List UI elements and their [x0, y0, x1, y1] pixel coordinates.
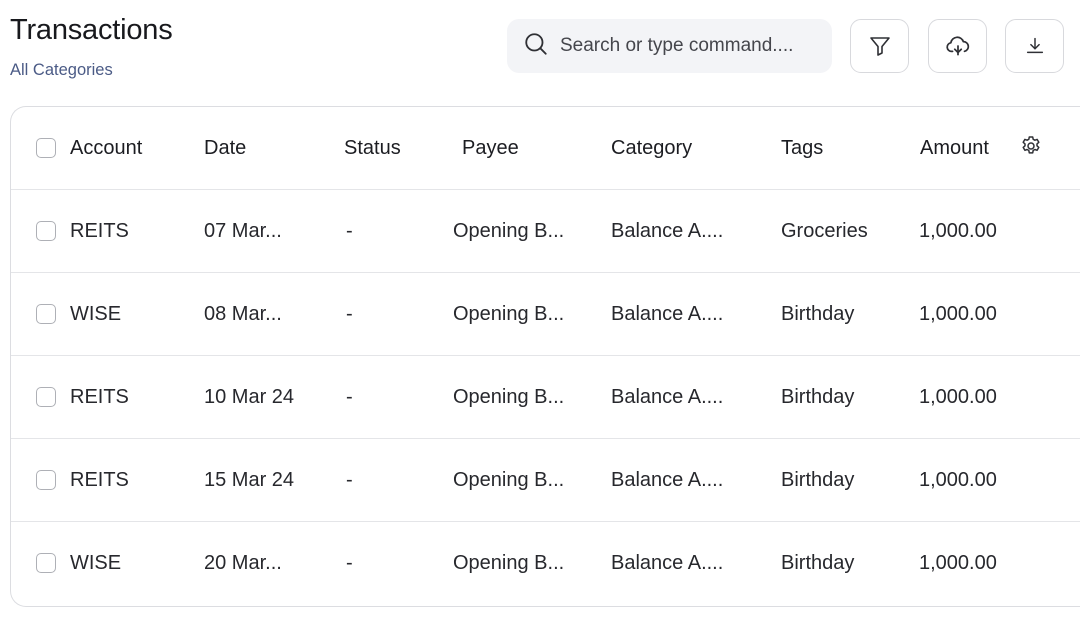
cell-account: WISE [70, 552, 122, 574]
row-checkbox[interactable] [36, 221, 56, 241]
cell-date: 20 Mar... [204, 552, 282, 574]
cell-account: REITS [70, 468, 129, 491]
column-header-account[interactable]: Account [70, 107, 142, 189]
table-header-row: Account Date Status Payee Category Tags … [11, 107, 1080, 190]
column-header-category[interactable]: Category [611, 107, 692, 189]
row-checkbox[interactable] [36, 553, 56, 573]
cell-status: - [346, 552, 353, 574]
row-checkbox[interactable] [36, 387, 56, 407]
row-checkbox[interactable] [36, 470, 56, 490]
cell-status: - [346, 468, 353, 491]
cell-category: Balance A.... [611, 302, 724, 325]
table-row[interactable]: REITS 07 Mar... - Opening B... Balance A… [11, 190, 1080, 273]
search-bar[interactable] [507, 19, 832, 73]
column-header-amount[interactable]: Amount [920, 107, 989, 189]
search-input[interactable] [560, 35, 822, 57]
cell-account: WISE [70, 302, 122, 325]
cell-date: 07 Mar... [204, 219, 282, 242]
cell-date: 10 Mar 24 [204, 385, 295, 408]
cell-amount: 1,000.00 [919, 468, 997, 491]
cell-date: 08 Mar... [204, 302, 282, 325]
table-row[interactable]: WISE 08 Mar... - Opening B... Balance A.… [11, 273, 1080, 356]
gear-icon [1019, 134, 1043, 163]
cell-status: - [346, 302, 353, 325]
table-row[interactable]: REITS 10 Mar 24 - Opening B... Balance A… [11, 356, 1080, 439]
cell-tags: Birthday [781, 552, 855, 574]
filter-button[interactable] [850, 19, 909, 73]
table-row[interactable]: WISE 20 Mar... - Opening B... Balance A.… [11, 522, 1080, 605]
cell-category: Balance A.... [611, 219, 724, 242]
cloud-upload-button[interactable] [928, 19, 987, 73]
column-header-date[interactable]: Date [204, 107, 246, 189]
cell-payee: Opening B... [453, 302, 565, 325]
cell-payee: Opening B... [453, 219, 565, 242]
column-header-status[interactable]: Status [344, 107, 401, 189]
download-button[interactable] [1005, 19, 1064, 73]
category-filter-link[interactable]: All Categories [10, 61, 113, 80]
cell-amount: 1,000.00 [919, 302, 997, 325]
cell-amount: 1,000.00 [919, 552, 997, 574]
cell-tags: Birthday [781, 468, 855, 491]
cloud-upload-icon [945, 33, 971, 59]
cell-payee: Opening B... [453, 468, 565, 491]
cell-tags: Groceries [781, 219, 868, 242]
cell-status: - [346, 385, 353, 408]
cell-status: - [346, 219, 353, 242]
column-header-payee[interactable]: Payee [462, 107, 519, 189]
download-icon [1024, 35, 1046, 57]
cell-category: Balance A.... [611, 552, 724, 574]
cell-category: Balance A.... [611, 468, 724, 491]
cell-account: REITS [70, 385, 129, 408]
cell-amount: 1,000.00 [919, 385, 997, 408]
select-all-checkbox[interactable] [36, 138, 56, 158]
table-row[interactable]: REITS 15 Mar 24 - Opening B... Balance A… [11, 439, 1080, 522]
cell-payee: Opening B... [453, 385, 565, 408]
transactions-table: Account Date Status Payee Category Tags … [10, 106, 1080, 607]
cell-account: REITS [70, 219, 129, 242]
page-title: Transactions [10, 14, 173, 46]
search-icon [523, 31, 549, 62]
column-settings-button[interactable] [1017, 134, 1045, 162]
cell-tags: Birthday [781, 385, 855, 408]
row-checkbox[interactable] [36, 304, 56, 324]
cell-category: Balance A.... [611, 385, 724, 408]
cell-payee: Opening B... [453, 552, 565, 574]
filter-icon [868, 34, 892, 58]
cell-date: 15 Mar 24 [204, 468, 295, 491]
cell-tags: Birthday [781, 302, 855, 325]
column-header-tags[interactable]: Tags [781, 107, 823, 189]
cell-amount: 1,000.00 [919, 219, 997, 242]
